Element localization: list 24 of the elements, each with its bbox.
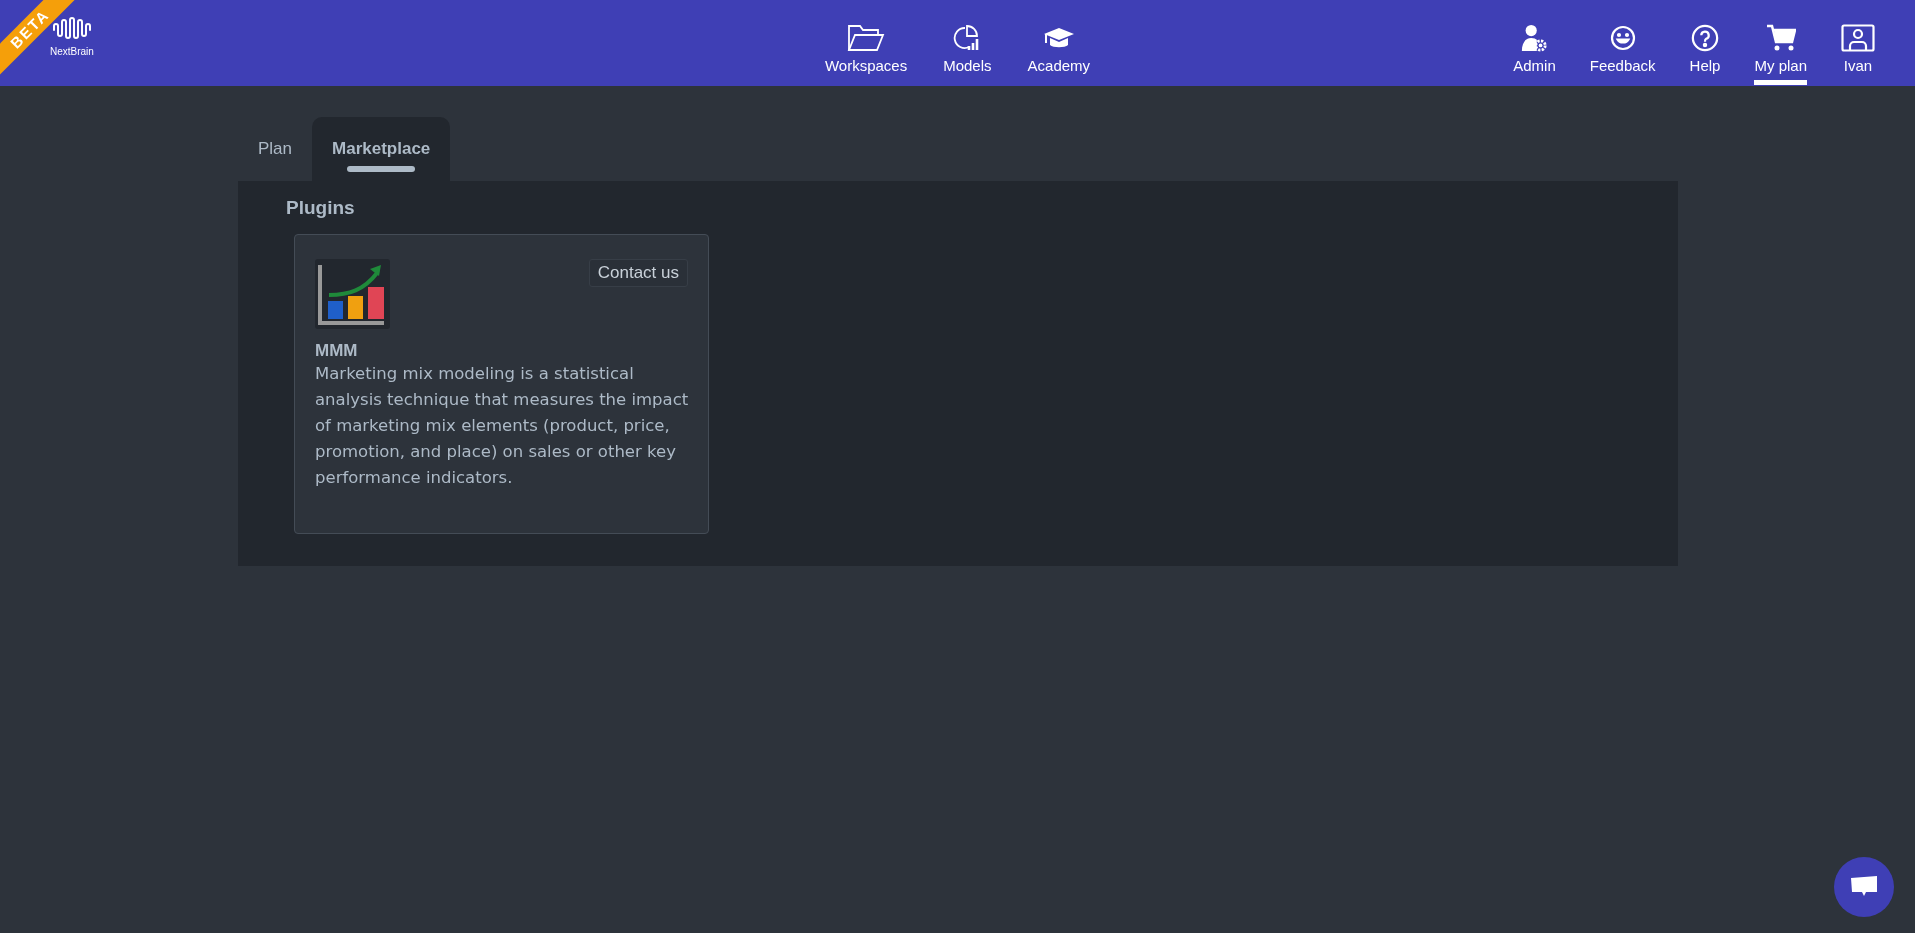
nav-link[interactable]: Feedback: [1589, 11, 1656, 85]
bar-chart-growth-icon: [315, 259, 390, 329]
chat-button[interactable]: [1834, 857, 1894, 917]
nav-link[interactable]: Workspaces: [824, 11, 908, 85]
plugin-description: Marketing mix modeling is a statistical analysis technique that measures the impact of marketing mix elements (product, price, promotion, and place) on sales or other key performance indicators.: [315, 363, 689, 489]
folder-icon: [847, 23, 886, 52]
user-card-icon: [1841, 23, 1875, 52]
nav-link[interactable]: Admin: [1513, 11, 1556, 85]
logo-wave-icon: [51, 16, 92, 42]
user-gear-icon: [1520, 23, 1549, 52]
tab[interactable]: Marketplace: [312, 117, 451, 181]
contact-us-button[interactable]: Contact us: [588, 259, 688, 287]
nav-link[interactable]: Academy: [1027, 11, 1091, 85]
plugin-name: MMM: [315, 341, 359, 361]
section-title: Plugins: [286, 197, 356, 219]
help-icon: [1690, 23, 1721, 52]
logo-text: NextBrain: [50, 46, 94, 57]
tab[interactable]: Plan: [238, 117, 313, 181]
nav-link[interactable]: My plan: [1754, 11, 1807, 85]
nav-link[interactable]: Help: [1689, 11, 1721, 85]
smiley-icon: [1609, 23, 1636, 52]
cart-icon: [1765, 23, 1796, 52]
nav-link[interactable]: Ivan: [1841, 11, 1875, 85]
nav-link[interactable]: Models: [943, 11, 992, 85]
